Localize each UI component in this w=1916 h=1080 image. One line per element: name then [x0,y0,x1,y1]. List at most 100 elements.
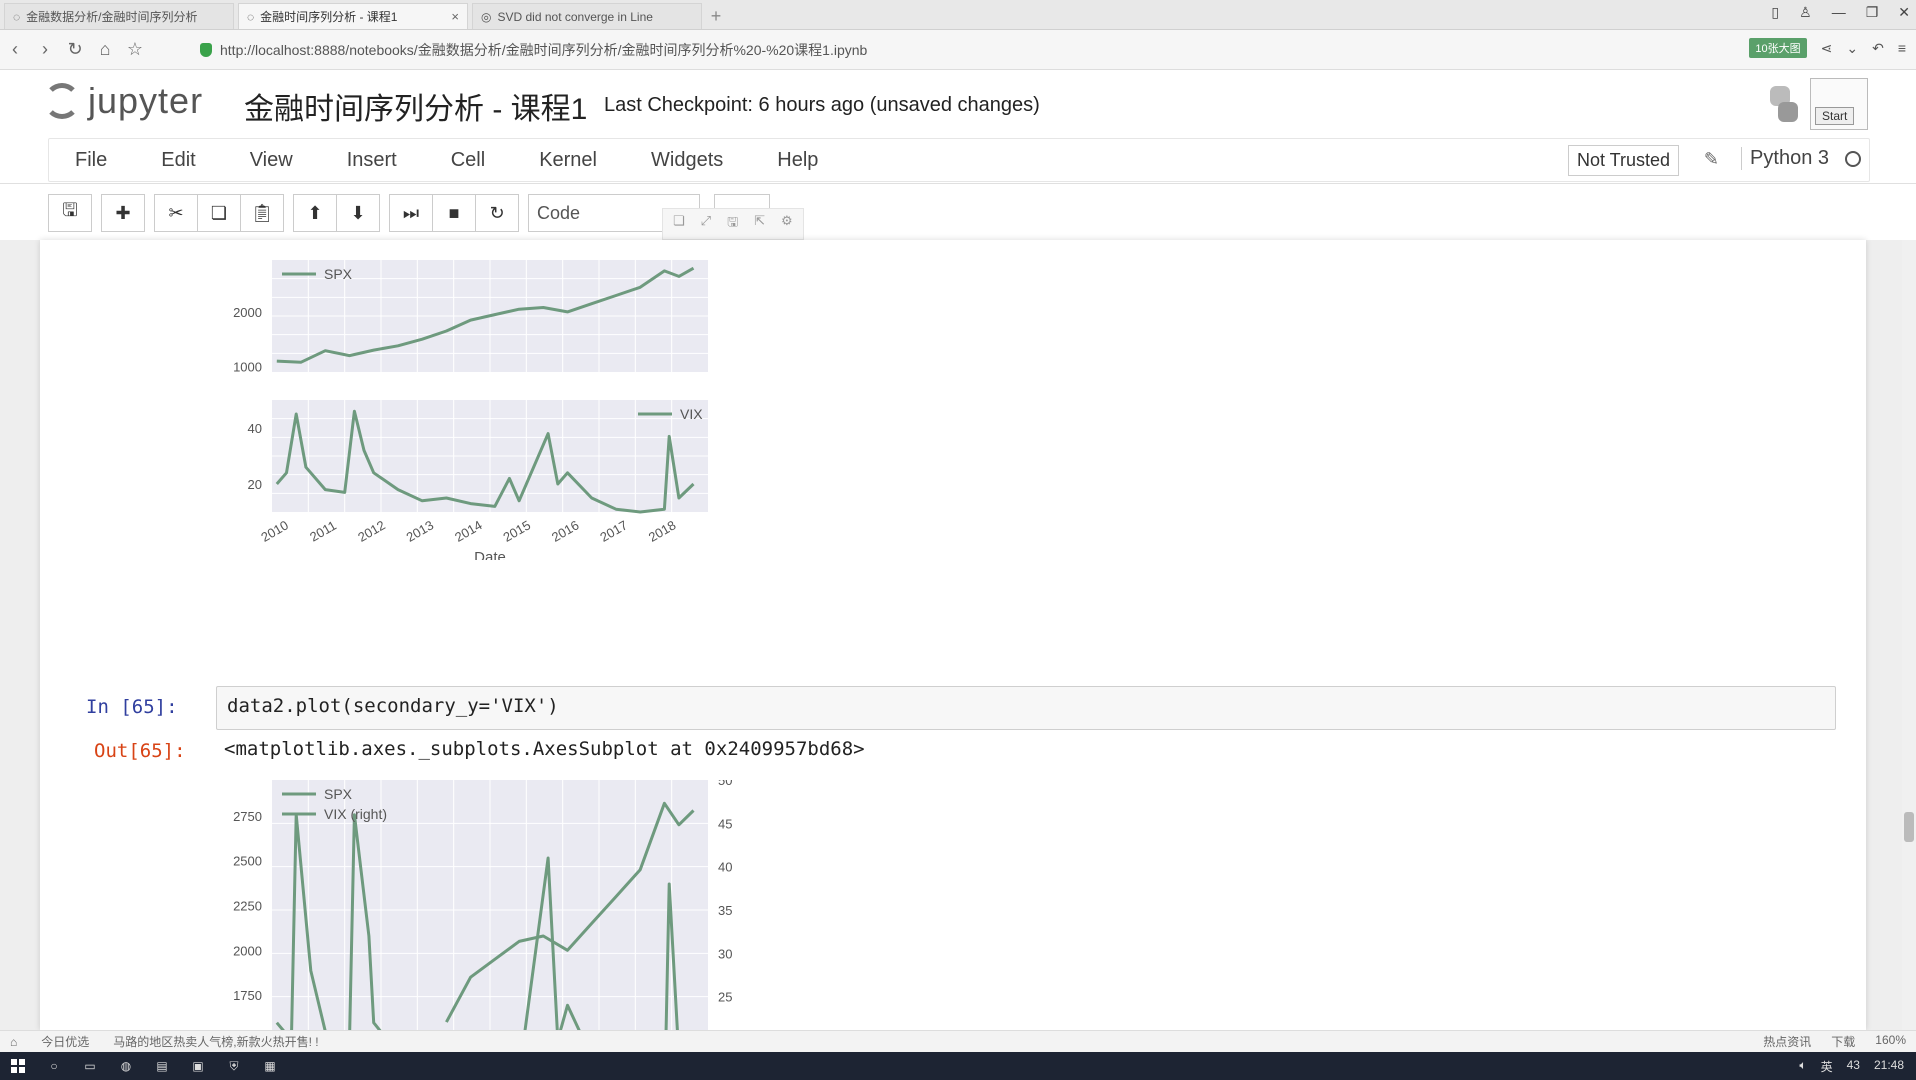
browser-status-bar: ⌂ 今日优选 马路的地区热卖人气榜,新款火热开售! ! 热点资讯 下载 160% [0,1030,1916,1052]
kernel-name: Python 3 [1741,147,1829,170]
minimize-icon[interactable]: — [1832,4,1846,21]
volume-icon[interactable]: 🔈︎ [1799,1058,1806,1075]
menu-icon[interactable]: ≡ [1898,40,1906,56]
menu-cell[interactable]: Cell [425,149,513,172]
os-taskbar: ○ ▭ ◍ ▤ ▣ ⛨ ▦ 🔈︎ 英 43 21:48 [0,1052,1916,1080]
status-today[interactable]: 今日优选 [41,1033,89,1050]
status-hot-news[interactable]: 热点资讯 [1763,1033,1811,1050]
code-input[interactable]: data2.plot(secondary_y='VIX') [216,686,1836,730]
forward-icon[interactable]: › [30,39,60,60]
window-controls: ▯ ♙ — ❐ ✕ [1771,4,1910,21]
menu-view[interactable]: View [224,149,321,172]
paste-icon[interactable]: 📋︎ [240,194,284,232]
subplots-output: 1000 2000 SPX 20 40 VIX 2010 2011 2012 2013 2014 20… [233,260,708,560]
shirt-icon[interactable]: ♙ [1799,4,1812,21]
y-tick-label-left: 2000 [233,943,262,958]
shop-icon[interactable]: ⌂ [10,1035,17,1049]
url-text: http://localhost:8888/notebooks/金融数据分析/金… [220,41,868,58]
status-download[interactable]: 下载 [1831,1033,1855,1050]
pencil-icon[interactable]: ✎ [1704,149,1719,170]
tab-title: SVD did not converge in Line [497,9,653,24]
output-text: <matplotlib.axes._subplots.AxesSubplot a… [224,738,865,760]
move-up-icon[interactable]: ⬆ [293,194,337,232]
y-tick-label: 40 [248,421,262,436]
new-tab-button[interactable]: + [702,3,730,29]
menu-file[interactable]: File [49,149,135,172]
app-icon[interactable]: ▦ [252,1052,288,1080]
menu-kernel[interactable]: Kernel [513,149,625,172]
x-tick-label: 2013 [404,517,437,544]
task-view-icon[interactable]: ▭ [72,1052,108,1080]
x-tick-label: 2016 [549,517,582,544]
y-tick-label-right: 35 [718,903,732,918]
notebook-title[interactable]: 金融时间序列分析 - 课程1 [244,84,587,128]
scrollbar-thumb[interactable] [1904,812,1914,842]
undo-icon[interactable]: ↶ [1872,40,1884,57]
menu-widgets[interactable]: Widgets [625,149,751,172]
status-news[interactable]: 马路的地区热卖人气榜,新款火热开售! ! [113,1033,318,1050]
jupyter-logo[interactable]: jupyter [44,80,203,122]
save-icon[interactable]: 🖫 [48,194,92,232]
status-zoom[interactable]: 160% [1875,1033,1906,1050]
browser-tab-3[interactable]: ◎ SVD did not converge in Line [472,3,702,29]
y-tick-label-left: 2500 [233,854,262,869]
menu-edit[interactable]: Edit [135,149,223,172]
folder-app-icon[interactable]: ▤ [144,1052,180,1080]
search-icon[interactable]: ○ [36,1052,72,1080]
browser-tab-2[interactable]: ◌ 金融时间序列分析 - 课程1 × [238,3,468,29]
x-tick-label: 2015 [501,517,534,544]
restart-icon[interactable]: ↻ [475,194,519,232]
ime-indicator[interactable]: 英 [1821,1058,1833,1075]
browser-tab-1[interactable]: ◌ 金融数据分析/金融时间序列分析 [4,3,234,29]
start-label[interactable]: Start [1815,107,1855,125]
add-cell-icon[interactable]: ✚ [101,194,145,232]
stop-icon[interactable]: ■ [432,194,476,232]
export-icon[interactable]: ⇱ [754,213,765,235]
y-tick-label-right: 40 [718,860,732,875]
notification-badge[interactable]: 43 [1847,1058,1860,1075]
y-tick-label-right: 50 [718,780,732,788]
vix-legend-label: VIX [680,406,703,422]
tablet-icon[interactable]: ▯ [1771,4,1779,21]
not-trusted-button[interactable]: Not Trusted [1567,145,1679,176]
close-icon[interactable]: × [451,9,459,24]
y-tick-label-left: 2250 [233,899,262,914]
expand-icon[interactable]: ⤢ [701,213,711,235]
share-icon[interactable]: ⋖ [1821,40,1833,57]
save-icon[interactable]: 🖫 [727,213,738,235]
home-icon[interactable]: ⌂ [90,39,120,60]
y-tick-label-right: 45 [718,816,732,831]
menu-help[interactable]: Help [751,149,846,172]
browser-app-icon[interactable]: ◍ [108,1052,144,1080]
x-axis-label: Date [474,549,506,560]
image-badge[interactable]: 10张大图 [1749,38,1807,58]
windows-start-icon[interactable] [0,1052,36,1080]
gear-icon[interactable]: ⚙ [781,213,793,235]
copy-icon[interactable]: ❏ [197,194,241,232]
move-down-icon[interactable]: ⬇ [336,194,380,232]
star-icon[interactable]: ☆ [120,39,150,60]
back-icon[interactable]: ‹ [0,39,30,60]
restore-icon[interactable]: ❐ [1866,4,1879,21]
loading-icon: ◌ [13,9,21,24]
run-icon[interactable]: ⏭ [389,194,433,232]
scrollbar[interactable] [1902,240,1916,1030]
shield-app-icon[interactable]: ⛨ [216,1052,252,1080]
url-field[interactable]: http://localhost:8888/notebooks/金融数据分析/金… [200,40,867,60]
output-prompt: Out[65]: [94,740,186,762]
app-icon[interactable]: ▣ [180,1052,216,1080]
x-tick-label: 2011 [307,518,339,545]
chevron-down-icon[interactable]: ⌄ [1846,40,1858,57]
reload-icon[interactable]: ↻ [60,39,90,60]
y-tick-label: 2000 [233,305,262,320]
cut-icon[interactable]: ✂ [154,194,198,232]
copy-icon[interactable]: ❏ [673,213,685,235]
floating-cell-toolbar: ❏ ⤢ 🖫 ⇱ ⚙ [662,208,804,240]
menu-insert[interactable]: Insert [321,149,425,172]
python-logo-icon [1770,86,1798,122]
spx-legend-label: SPX [324,786,353,802]
close-window-icon[interactable]: ✕ [1898,4,1910,21]
tab-title: 金融数据分析/金融时间序列分析 [26,10,198,24]
start-widget[interactable]: Start [1810,78,1868,130]
clock[interactable]: 21:48 [1874,1058,1904,1075]
